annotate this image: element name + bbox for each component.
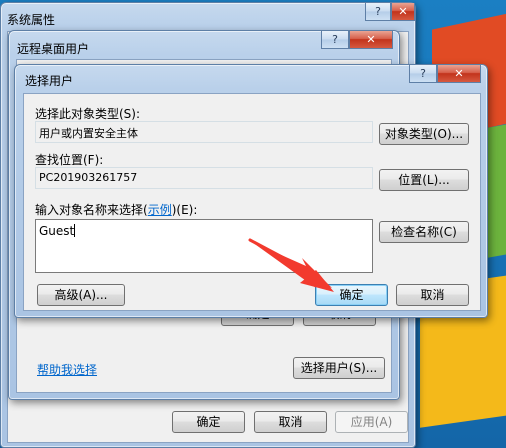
select-users-title: 选择用户 — [25, 74, 74, 88]
select-users-dialog: 选择用户 ? ✕ 选择此对象类型(S): 用户或内置安全主体 对象类型(O)..… — [14, 64, 488, 318]
remote-desktop-users-title: 远程桌面用户 — [17, 42, 90, 56]
system-properties-ok-button[interactable]: 确定 — [172, 411, 245, 433]
select-users-button[interactable]: 选择用户(S)... — [293, 357, 385, 379]
enter-object-names-label-prefix: 输入对象名称来选择( — [35, 203, 148, 217]
system-properties-help-button[interactable]: ? — [365, 3, 391, 21]
help-me-choose-link[interactable]: 帮助我选择 — [37, 361, 97, 378]
system-properties-apply-button[interactable]: 应用(A) — [335, 411, 408, 433]
object-types-button[interactable]: 对象类型(O)... — [379, 123, 469, 145]
select-users-close-button[interactable]: ✕ — [437, 65, 481, 83]
remote-desktop-users-close-button[interactable]: ✕ — [349, 31, 393, 49]
examples-link[interactable]: 示例 — [148, 203, 172, 217]
location-field: PC201903261757 — [35, 167, 373, 189]
system-properties-cancel-button[interactable]: 取消 — [254, 411, 327, 433]
location-label: 查找位置(F): — [35, 153, 104, 167]
enter-object-names-label: 输入对象名称来选择(示例)(E): — [35, 201, 197, 218]
ok-button[interactable]: 确定 — [315, 284, 388, 306]
advanced-button[interactable]: 高级(A)... — [37, 284, 125, 306]
enter-object-names-label-suffix: )(E): — [171, 203, 198, 217]
object-type-label: 选择此对象类型(S): — [35, 107, 141, 121]
remote-desktop-users-help-button[interactable]: ? — [321, 31, 349, 49]
cancel-button[interactable]: 取消 — [396, 284, 469, 306]
text-caret — [74, 224, 76, 237]
select-users-help-button[interactable]: ? — [409, 65, 437, 83]
object-names-input-value: Guest — [39, 224, 75, 238]
system-properties-title: 系统属性 — [7, 13, 56, 27]
check-names-button[interactable]: 检查名称(C) — [379, 221, 469, 243]
locations-button[interactable]: 位置(L)... — [379, 169, 469, 191]
object-type-field: 用户或内置安全主体 — [35, 121, 373, 143]
object-names-input[interactable]: Guest — [35, 219, 373, 273]
system-properties-close-button[interactable]: ✕ — [391, 3, 415, 21]
